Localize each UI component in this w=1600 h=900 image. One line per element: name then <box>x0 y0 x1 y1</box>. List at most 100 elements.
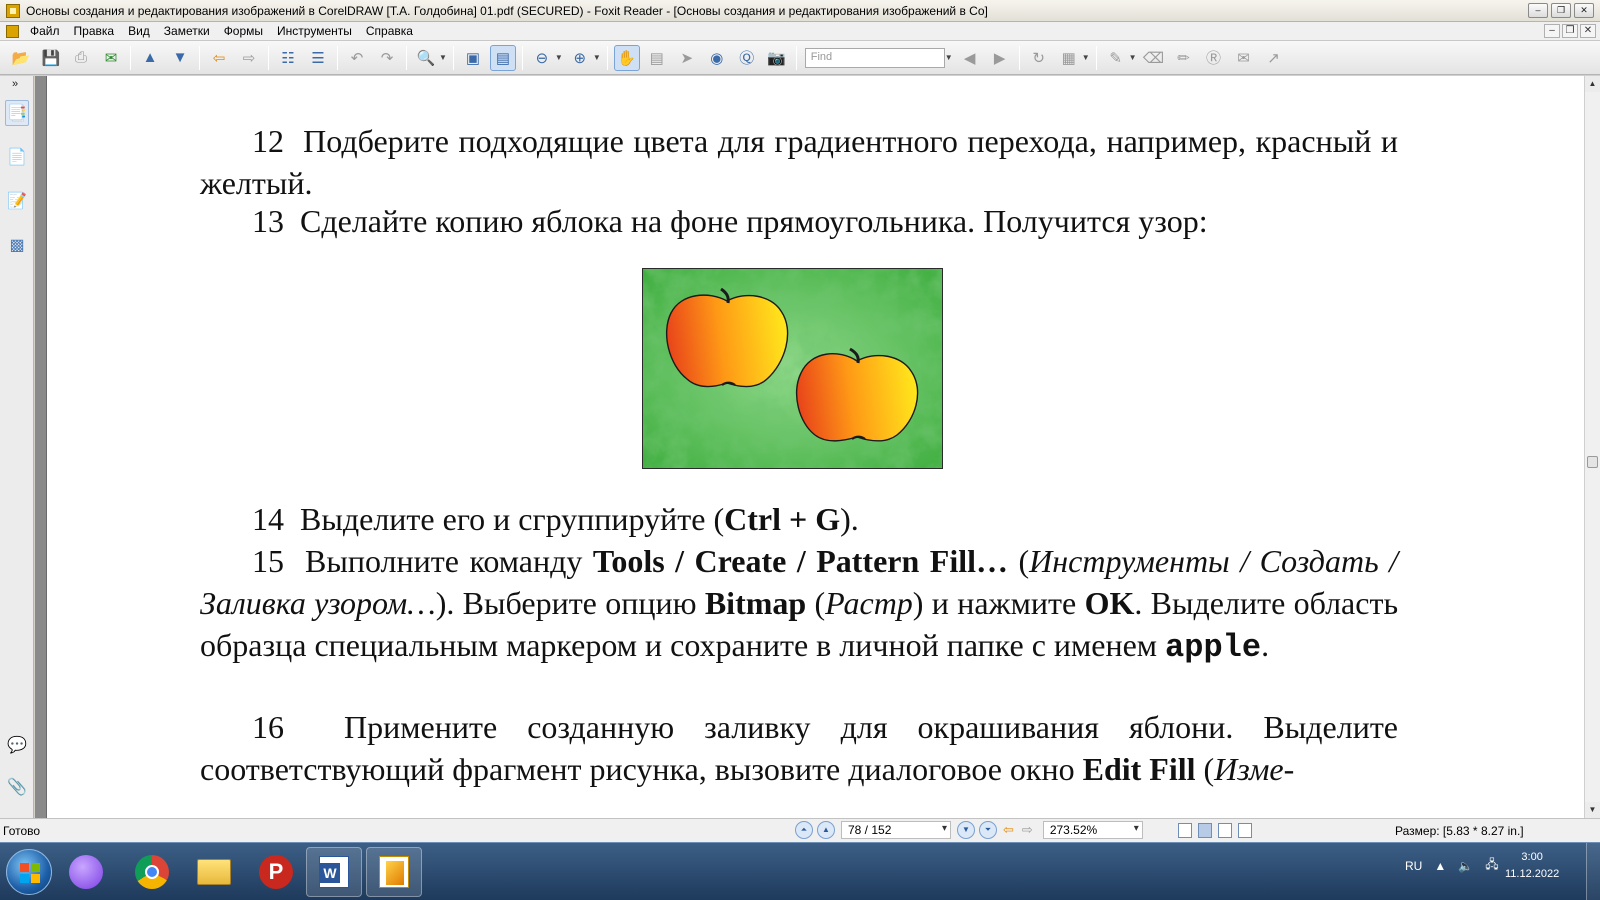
zoom-dropdown-icon[interactable]: ▼ <box>439 53 447 62</box>
bookmarks-icon[interactable]: 📑 <box>5 100 29 126</box>
continuous-page-icon[interactable]: ☰ <box>305 45 331 71</box>
chrome-icon[interactable] <box>124 847 180 897</box>
paragraph-14: 14 Выделите его и сгруппируйте (Ctrl + G… <box>252 501 859 537</box>
eraser-icon[interactable]: ⌫ <box>1141 45 1167 71</box>
undo-icon[interactable]: ↶ <box>344 45 370 71</box>
pdf-page[interactable]: 12 Подберите подходящие цвета для градие… <box>46 76 1584 818</box>
word-icon[interactable]: W <box>306 847 362 897</box>
zoom-in-dropdown-icon[interactable]: ▼ <box>593 53 601 62</box>
continuous-view-icon[interactable] <box>1198 823 1212 838</box>
go-back-icon[interactable]: ⇦ <box>206 45 232 71</box>
language-indicator[interactable]: RU <box>1405 859 1422 873</box>
document-viewport[interactable]: 12 Подберите подходящие цвета для градие… <box>35 76 1584 818</box>
network-icon[interactable]: 🖧 <box>1485 855 1498 876</box>
volume-icon[interactable]: 🔈 <box>1458 859 1473 873</box>
pages-icon[interactable]: 📄 <box>5 144 29 170</box>
last-page-icon[interactable]: ⏷ <box>979 821 997 839</box>
zoom-icon[interactable]: 🔍 <box>413 45 439 71</box>
layers-icon[interactable]: ▩ <box>5 232 29 258</box>
menu-view[interactable]: Вид <box>121 24 157 38</box>
taskbar: P W RU ▲ 🔈 🖧 3:00 11.12.2022 <box>0 842 1600 900</box>
find-previous-icon[interactable]: ◀ <box>957 45 983 71</box>
file-explorer-icon[interactable] <box>186 847 242 897</box>
find-input[interactable]: Find <box>804 47 945 68</box>
zoom-out-dropdown-icon[interactable]: ▼ <box>555 53 563 62</box>
save-icon[interactable]: 💾 <box>38 45 64 71</box>
hand-tool-icon[interactable]: ✋ <box>613 44 640 71</box>
menu-forms[interactable]: Формы <box>217 24 270 38</box>
select-arrow-icon[interactable]: ➤ <box>674 45 700 71</box>
next-page-icon[interactable]: ▼ <box>167 45 193 71</box>
binoculars-icon[interactable]: ◉ <box>704 45 730 71</box>
pdf-app-icon[interactable]: P <box>248 847 304 897</box>
scroll-thumb[interactable] <box>1587 456 1598 468</box>
rotate-icon[interactable]: ↻ <box>1026 45 1052 71</box>
document-icon[interactable] <box>6 24 19 38</box>
find-next-icon[interactable]: ▶ <box>987 45 1013 71</box>
grid-dropdown-icon[interactable]: ▼ <box>1082 53 1090 62</box>
go-forward-icon[interactable]: ⇨ <box>236 45 262 71</box>
single-page-icon[interactable]: ☷ <box>275 45 301 71</box>
back-icon[interactable]: ⇦ <box>1003 822 1014 838</box>
note-dropdown-icon[interactable]: ▼ <box>1129 53 1137 62</box>
email-icon[interactable]: ✉ <box>98 45 124 71</box>
comments-panel-icon[interactable]: 💬 <box>5 732 29 758</box>
prev-page-icon[interactable]: ▲ <box>817 821 835 839</box>
typewriter-icon[interactable]: Ⓡ <box>1201 45 1227 71</box>
system-tray: RU ▲ 🔈 🖧 <box>1405 855 1499 876</box>
zoom-in-icon[interactable]: ⊕ <box>567 45 593 71</box>
foxit-reader-icon[interactable] <box>366 847 422 897</box>
clock-date: 11.12.2022 <box>1505 868 1560 880</box>
minimize-button[interactable]: – <box>1528 3 1548 18</box>
fit-width-icon[interactable]: ▤ <box>489 44 516 71</box>
grid-icon[interactable]: ▦ <box>1056 45 1082 71</box>
print-icon[interactable]: ⎙ <box>68 45 94 71</box>
previous-page-icon[interactable]: ▲ <box>137 45 163 71</box>
single-page-view-icon[interactable] <box>1178 823 1192 838</box>
page-number-field[interactable]: 78 / 152 <box>841 821 951 839</box>
start-button[interactable] <box>6 849 52 895</box>
redo-icon[interactable]: ↷ <box>374 45 400 71</box>
annotations-icon[interactable]: 📝 <box>5 188 29 214</box>
zoom-level-field[interactable]: 273.52% <box>1042 821 1143 839</box>
pencil-icon[interactable]: ✏ <box>1171 45 1197 71</box>
menu-edit[interactable]: Правка <box>67 24 122 38</box>
forward-icon[interactable]: ⇨ <box>1022 822 1033 838</box>
find-options-dropdown-icon[interactable]: ▼ <box>945 53 953 62</box>
doc-minimize-button[interactable]: – <box>1544 24 1560 38</box>
attachments-icon[interactable]: 📎 <box>5 774 29 800</box>
facing-view-icon[interactable] <box>1218 823 1232 838</box>
first-page-icon[interactable]: ⏶ <box>795 821 813 839</box>
fit-page-icon[interactable]: ▣ <box>460 45 486 71</box>
open-icon[interactable]: 📂 <box>8 45 34 71</box>
menu-comments[interactable]: Заметки <box>157 24 217 38</box>
restore-button[interactable]: ❐ <box>1551 3 1571 18</box>
paragraph-12: 12 Подберите подходящие цвета для градие… <box>200 123 1399 201</box>
snapshot-icon[interactable]: 📷 <box>764 45 790 71</box>
scroll-up-icon[interactable]: ▲ <box>1585 76 1600 92</box>
alice-app-icon[interactable] <box>58 847 114 897</box>
comment-icon[interactable]: ✉ <box>1231 45 1257 71</box>
next-page-status-icon[interactable]: ▼ <box>957 821 975 839</box>
zoom-out-icon[interactable]: ⊖ <box>529 45 555 71</box>
menu-help[interactable]: Справка <box>359 24 420 38</box>
select-text-icon[interactable]: ▤ <box>644 45 670 71</box>
close-button[interactable]: ✕ <box>1574 3 1594 18</box>
step-number: 16 <box>252 709 284 745</box>
file-name: apple <box>1165 629 1262 666</box>
menu-tools[interactable]: Инструменты <box>270 24 359 38</box>
continuous-facing-view-icon[interactable] <box>1238 823 1252 838</box>
arrow-tool-icon[interactable]: ↗ <box>1261 45 1287 71</box>
expand-panel-icon[interactable]: » <box>12 78 18 90</box>
show-desktop-button[interactable] <box>1586 843 1600 900</box>
doc-close-button[interactable]: ✕ <box>1580 24 1596 38</box>
note-tool-icon[interactable]: ✎ <box>1103 45 1129 71</box>
text-tool-icon[interactable]: Ⓠ <box>734 45 760 71</box>
vertical-scrollbar[interactable]: ▲ ▼ <box>1584 76 1600 818</box>
show-hidden-icons-icon[interactable]: ▲ <box>1434 859 1446 873</box>
menu-file[interactable]: Файл <box>23 24 67 38</box>
scroll-down-icon[interactable]: ▼ <box>1585 802 1600 818</box>
doc-restore-button[interactable]: ❐ <box>1562 24 1578 38</box>
clock[interactable]: 3:00 11.12.2022 <box>1505 849 1559 883</box>
foxit-app-icon[interactable] <box>6 3 20 18</box>
